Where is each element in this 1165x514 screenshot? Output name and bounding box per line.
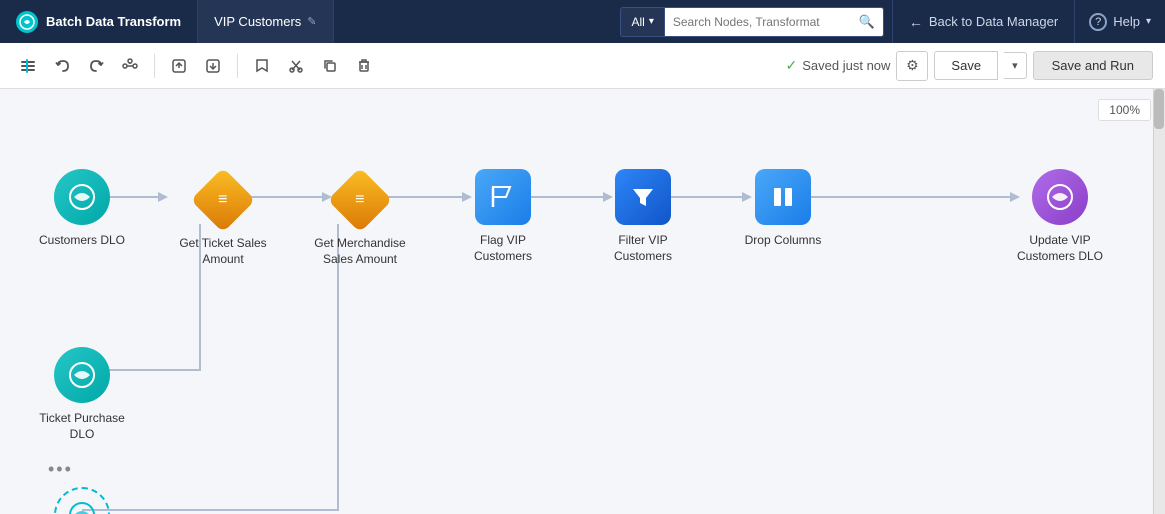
settings-button[interactable]: ⚙ <box>896 51 928 81</box>
get-merchandise-sales-label: Get Merchandise Sales Amount <box>310 236 410 267</box>
node-filter-vip[interactable]: Filter VIP Customers <box>588 169 698 264</box>
get-ticket-sales-label: Get Ticket Sales Amount <box>173 236 273 267</box>
drop-columns-icon[interactable] <box>755 169 811 225</box>
update-vip-icon[interactable] <box>1032 169 1088 225</box>
toolbar: ✓ Saved just now ⚙ Save ▾ Save and Run <box>0 43 1165 89</box>
save-run-button[interactable]: Save and Run <box>1033 51 1153 80</box>
redo-button[interactable] <box>80 51 112 81</box>
more-nodes-indicator: ••• <box>48 459 73 480</box>
node-customers-dlo[interactable]: Customers DLO <box>27 169 137 249</box>
node-get-ticket-sales[interactable]: ≡ Get Ticket Sales Amount <box>168 172 278 267</box>
customers-dlo-label: Customers DLO <box>39 233 125 249</box>
zoom-level: 100% <box>1109 103 1140 117</box>
delete-button[interactable] <box>348 51 380 81</box>
vip-customers-label: VIP Customers <box>214 14 301 29</box>
back-arrow-icon: ← <box>909 14 923 30</box>
customers-dlo-icon[interactable] <box>54 169 110 225</box>
app-title: Batch Data Transform <box>46 14 181 29</box>
filter-value: All <box>631 15 644 29</box>
connect-button[interactable] <box>114 51 146 81</box>
help-chevron-icon: ▾ <box>1146 16 1151 27</box>
check-icon: ✓ <box>786 57 798 74</box>
get-merch-sales-icon-wrapper[interactable]: ≡ <box>332 172 388 228</box>
saved-label: Saved just now <box>802 58 890 73</box>
saved-status: ✓ Saved just now <box>786 57 891 74</box>
help-label: Help <box>1113 14 1140 29</box>
drop-columns-label: Drop Columns <box>745 233 822 249</box>
merchandise-dlo-icon[interactable] <box>54 487 110 514</box>
separator-1 <box>154 54 155 78</box>
search-input[interactable] <box>673 15 859 29</box>
undo-button[interactable] <box>46 51 78 81</box>
filter-chevron-icon: ▾ <box>649 16 654 27</box>
connector-lines <box>0 89 1165 514</box>
flag-vip-label: Flag VIP Customers <box>453 233 553 264</box>
ticket-purchase-dlo-label: Ticket Purchase DLO <box>32 411 132 442</box>
save-button[interactable]: Save <box>934 51 998 80</box>
scrollbar-thumb[interactable] <box>1154 89 1164 129</box>
nav-logo: Batch Data Transform <box>0 0 198 43</box>
flag-vip-icon[interactable] <box>475 169 531 225</box>
bookmark-button[interactable] <box>246 51 278 81</box>
node-merchandise-dlo[interactable]: Merchandise Purchase DLO <box>27 487 137 514</box>
add-node-button[interactable] <box>12 51 44 81</box>
save-dropdown-button[interactable]: ▾ <box>1004 52 1027 79</box>
search-icon: 🔍 <box>859 14 875 30</box>
top-nav: Batch Data Transform VIP Customers ✎ All… <box>0 0 1165 43</box>
separator-2 <box>237 54 238 78</box>
get-ticket-sales-icon-wrapper[interactable]: ≡ <box>195 172 251 228</box>
help-button[interactable]: ? Help ▾ <box>1075 0 1165 43</box>
node-update-vip-dlo[interactable]: Update VIP Customers DLO <box>1005 169 1115 264</box>
canvas: 100% <box>0 89 1165 514</box>
update-vip-dlo-label: Update VIP Customers DLO <box>1010 233 1110 264</box>
copy-button[interactable] <box>314 51 346 81</box>
node-drop-columns[interactable]: Drop Columns <box>728 169 838 249</box>
search-area: All ▾ 🔍 <box>612 7 891 37</box>
question-icon: ? <box>1089 13 1107 31</box>
filter-select[interactable]: All ▾ <box>620 7 663 37</box>
get-merch-icon: ≡ <box>355 191 364 209</box>
get-ticket-icon: ≡ <box>218 191 227 209</box>
node-ticket-purchase-dlo[interactable]: Ticket Purchase DLO <box>27 347 137 442</box>
back-button[interactable]: ← Back to Data Manager <box>892 0 1075 43</box>
download-button[interactable] <box>197 51 229 81</box>
vip-customers-tab[interactable]: VIP Customers ✎ <box>198 0 333 43</box>
node-get-merchandise-sales[interactable]: ≡ Get Merchandise Sales Amount <box>305 172 415 267</box>
filter-vip-label: Filter VIP Customers <box>593 233 693 264</box>
zoom-indicator: 100% <box>1098 99 1151 121</box>
search-box: 🔍 <box>664 7 884 37</box>
edit-icon[interactable]: ✎ <box>307 15 316 28</box>
ticket-purchase-icon[interactable] <box>54 347 110 403</box>
node-flag-vip[interactable]: Flag VIP Customers <box>448 169 558 264</box>
filter-vip-icon[interactable] <box>615 169 671 225</box>
upload-button[interactable] <box>163 51 195 81</box>
back-label: Back to Data Manager <box>929 14 1058 29</box>
app-logo-icon <box>16 11 38 33</box>
vertical-scrollbar[interactable] <box>1153 89 1165 514</box>
cut-button[interactable] <box>280 51 312 81</box>
toolbar-right: ✓ Saved just now ⚙ Save ▾ Save and Run <box>786 51 1153 81</box>
